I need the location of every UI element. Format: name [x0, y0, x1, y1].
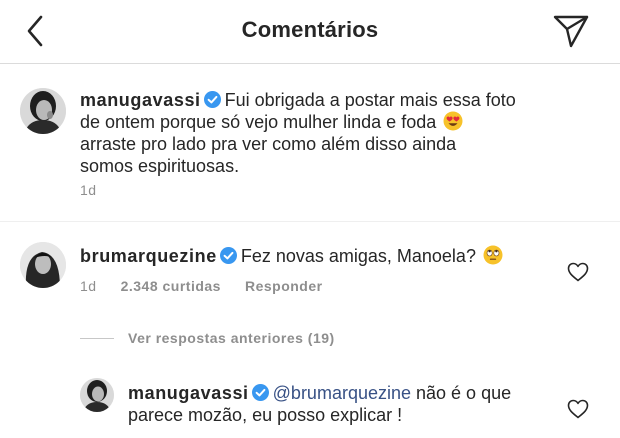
- comment-likes-count[interactable]: 2.348 curtidas: [121, 278, 221, 294]
- view-replies-label[interactable]: Ver respostas anteriores (19): [128, 330, 335, 346]
- divider-line: [80, 337, 114, 339]
- avatar[interactable]: [20, 242, 66, 288]
- share-button[interactable]: [550, 11, 592, 51]
- comment-timestamp: 1d: [80, 278, 97, 294]
- caption-username[interactable]: manugavassi: [80, 90, 201, 110]
- paper-plane-icon: [553, 15, 589, 48]
- like-button[interactable]: [567, 262, 589, 282]
- reply-button[interactable]: Responder: [245, 278, 323, 294]
- caption-line-4: somos espirituosas.: [80, 156, 240, 176]
- page-title: Comentários: [241, 17, 379, 42]
- caption-line-2: de ontem porque só vejo mulher linda e f…: [80, 112, 437, 132]
- view-previous-replies[interactable]: Ver respostas anteriores (19): [80, 328, 335, 348]
- mention-link[interactable]: @brumarquezine: [273, 383, 411, 403]
- avatar[interactable]: [80, 378, 114, 412]
- caption-timestamp: 1d: [80, 182, 97, 198]
- like-button[interactable]: [567, 399, 589, 419]
- comment-text: brumarquezine Fez novas amigas, Manoela?: [80, 245, 560, 267]
- caption-line-3: arraste pro lado pra ver como além disso…: [80, 134, 457, 154]
- caption-text: manugavassi Fui obrigada a postar mais es…: [80, 89, 600, 177]
- caption-meta: 1d: [80, 182, 121, 198]
- reply-text: manugavassi @brumarquezine não é o que pa…: [128, 382, 568, 426]
- reply-line-1: não é o que: [416, 383, 512, 403]
- verified-badge-icon: [219, 247, 237, 264]
- heart-icon: [567, 262, 589, 282]
- post-caption: manugavassi Fui obrigada a postar mais es…: [0, 64, 620, 222]
- reply-username[interactable]: manugavassi: [128, 383, 249, 403]
- comment-username[interactable]: brumarquezine: [80, 246, 217, 266]
- header-bar: Comentários: [0, 0, 620, 64]
- heart-icon: [567, 399, 589, 419]
- verified-badge-icon: [251, 384, 269, 401]
- rolling-eyes-emoji-icon: [483, 245, 503, 265]
- comment-body: Fez novas amigas, Manoela?: [240, 246, 476, 266]
- comment-meta: 1d 2.348 curtidas Responder: [80, 278, 347, 294]
- verified-badge-icon: [203, 91, 221, 108]
- reply-line-2: parece mozão, eu posso explicar !: [128, 405, 403, 425]
- heart-eyes-emoji-icon: [443, 111, 463, 131]
- avatar[interactable]: [20, 88, 66, 134]
- caption-line-1: Fui obrigada a postar mais essa foto: [224, 90, 516, 110]
